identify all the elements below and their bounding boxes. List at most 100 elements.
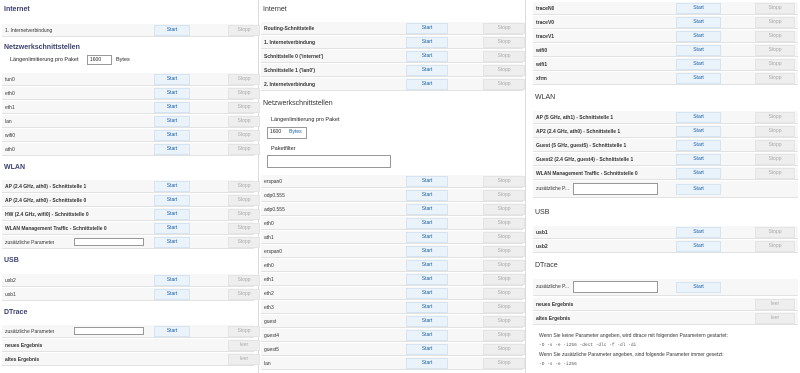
start-button[interactable]: Start xyxy=(676,45,721,56)
view-button[interactable]: leer xyxy=(755,299,795,310)
start-button[interactable]: Start xyxy=(406,65,448,76)
stop-button[interactable]: Stopp xyxy=(483,330,525,341)
stop-button[interactable]: Stopp xyxy=(755,3,795,14)
stop-button[interactable]: Stopp xyxy=(755,126,795,137)
stop-button[interactable]: Stopp xyxy=(228,25,260,36)
view-button[interactable]: leer xyxy=(228,340,260,351)
stop-button[interactable]: Stopp xyxy=(483,358,525,369)
wlan-params-input[interactable] xyxy=(74,238,144,246)
start-button[interactable]: Start xyxy=(676,168,721,179)
stop-button[interactable]: Stopp xyxy=(755,112,795,123)
start-button[interactable]: Start xyxy=(406,51,448,62)
stop-button[interactable]: Stopp xyxy=(483,204,525,215)
stop-button[interactable]: Stopp xyxy=(483,190,525,201)
start-button[interactable]: Start xyxy=(406,246,448,257)
wlan-params-input[interactable] xyxy=(573,183,658,195)
stop-button[interactable]: Stopp xyxy=(755,45,795,56)
start-button[interactable]: Start xyxy=(676,227,721,238)
start-button[interactable]: Start xyxy=(154,116,190,127)
start-button[interactable]: Start xyxy=(676,17,721,28)
start-button[interactable]: Start xyxy=(406,302,448,313)
stop-button[interactable]: Stopp xyxy=(228,102,260,113)
stop-button[interactable]: Stopp xyxy=(755,168,795,179)
start-button[interactable]: Start xyxy=(406,344,448,355)
stop-button[interactable]: Stopp xyxy=(228,144,260,155)
start-button[interactable]: Start xyxy=(154,275,190,286)
start-button[interactable]: Start xyxy=(406,23,448,34)
start-button[interactable]: Start xyxy=(676,154,721,165)
start-button[interactable]: Start xyxy=(154,223,190,234)
start-button[interactable]: Start xyxy=(406,358,448,369)
stop-button[interactable]: Stopp xyxy=(228,237,260,248)
start-button[interactable]: Start xyxy=(154,130,190,141)
stop-button[interactable]: Stopp xyxy=(228,275,260,286)
start-button[interactable]: Start xyxy=(676,241,721,252)
start-button[interactable]: Start xyxy=(406,37,448,48)
start-button[interactable]: Start xyxy=(406,232,448,243)
stop-button[interactable]: Stopp xyxy=(483,51,525,62)
stop-button[interactable]: Stopp xyxy=(483,344,525,355)
stop-button[interactable]: Stopp xyxy=(228,181,260,192)
dtrace-params-input[interactable] xyxy=(74,327,144,335)
start-button[interactable]: Start xyxy=(406,204,448,215)
stop-button[interactable]: Stopp xyxy=(228,88,260,99)
stop-button[interactable]: Stopp xyxy=(483,65,525,76)
stop-button[interactable]: Stopp xyxy=(228,130,260,141)
start-button[interactable]: Start xyxy=(676,73,721,84)
start-button[interactable]: Start xyxy=(154,195,190,206)
packet-limit-input[interactable]: 1600 Bytes xyxy=(267,127,307,139)
start-button[interactable]: Start xyxy=(154,88,190,99)
stop-button[interactable]: Stopp xyxy=(755,31,795,42)
stop-button[interactable]: Stopp xyxy=(483,218,525,229)
start-button[interactable]: Start xyxy=(406,218,448,229)
start-button[interactable]: Start xyxy=(676,184,721,195)
stop-button[interactable]: Stopp xyxy=(755,59,795,70)
view-button[interactable]: leer xyxy=(228,354,260,365)
start-button[interactable]: Start xyxy=(676,282,721,293)
stop-button[interactable]: Stopp xyxy=(228,195,260,206)
stop-button[interactable]: Stopp xyxy=(228,209,260,220)
stop-button[interactable]: Stopp xyxy=(755,227,795,238)
packet-limit-input[interactable]: 1600 xyxy=(87,55,112,65)
start-button[interactable]: Start xyxy=(406,260,448,271)
view-button[interactable]: leer xyxy=(755,313,795,324)
start-button[interactable]: Start xyxy=(406,316,448,327)
stop-button[interactable]: Stopp xyxy=(483,260,525,271)
dtrace-params-input[interactable] xyxy=(573,281,658,293)
stop-button[interactable]: Stopp xyxy=(755,17,795,28)
stop-button[interactable]: Stopp xyxy=(483,288,525,299)
start-button[interactable]: Start xyxy=(154,209,190,220)
stop-button[interactable]: Stopp xyxy=(228,326,260,337)
start-button[interactable]: Start xyxy=(406,288,448,299)
stop-button[interactable]: Stopp xyxy=(483,232,525,243)
start-button[interactable]: Start xyxy=(676,3,721,14)
stop-button[interactable]: Stopp xyxy=(483,302,525,313)
stop-button[interactable]: Stopp xyxy=(483,176,525,187)
stop-button[interactable]: Stopp xyxy=(228,74,260,85)
start-button[interactable]: Start xyxy=(154,74,190,85)
start-button[interactable]: Start xyxy=(154,289,190,300)
stop-button[interactable]: Stopp xyxy=(228,223,260,234)
start-button[interactable]: Start xyxy=(154,326,190,337)
stop-button[interactable]: Stopp xyxy=(483,37,525,48)
stop-button[interactable]: Stopp xyxy=(228,116,260,127)
stop-button[interactable]: Stopp xyxy=(483,316,525,327)
stop-button[interactable]: Stopp xyxy=(755,241,795,252)
stop-button[interactable]: Stopp xyxy=(483,246,525,257)
start-button[interactable]: Start xyxy=(676,140,721,151)
stop-button[interactable]: Stopp xyxy=(483,79,525,90)
stop-button[interactable]: Stopp xyxy=(228,289,260,300)
stop-button[interactable]: Stopp xyxy=(755,73,795,84)
start-button[interactable]: Start xyxy=(676,31,721,42)
packet-filter-input[interactable] xyxy=(267,155,391,168)
start-button[interactable]: Start xyxy=(406,176,448,187)
stop-button[interactable]: Stopp xyxy=(755,154,795,165)
start-button[interactable]: Start xyxy=(154,237,190,248)
start-button[interactable]: Start xyxy=(676,112,721,123)
start-button[interactable]: Start xyxy=(676,126,721,137)
stop-button[interactable]: Stopp xyxy=(755,140,795,151)
start-button[interactable]: Start xyxy=(154,25,190,36)
start-button[interactable]: Start xyxy=(154,102,190,113)
start-button[interactable]: Start xyxy=(406,79,448,90)
stop-button[interactable]: Stopp xyxy=(483,274,525,285)
